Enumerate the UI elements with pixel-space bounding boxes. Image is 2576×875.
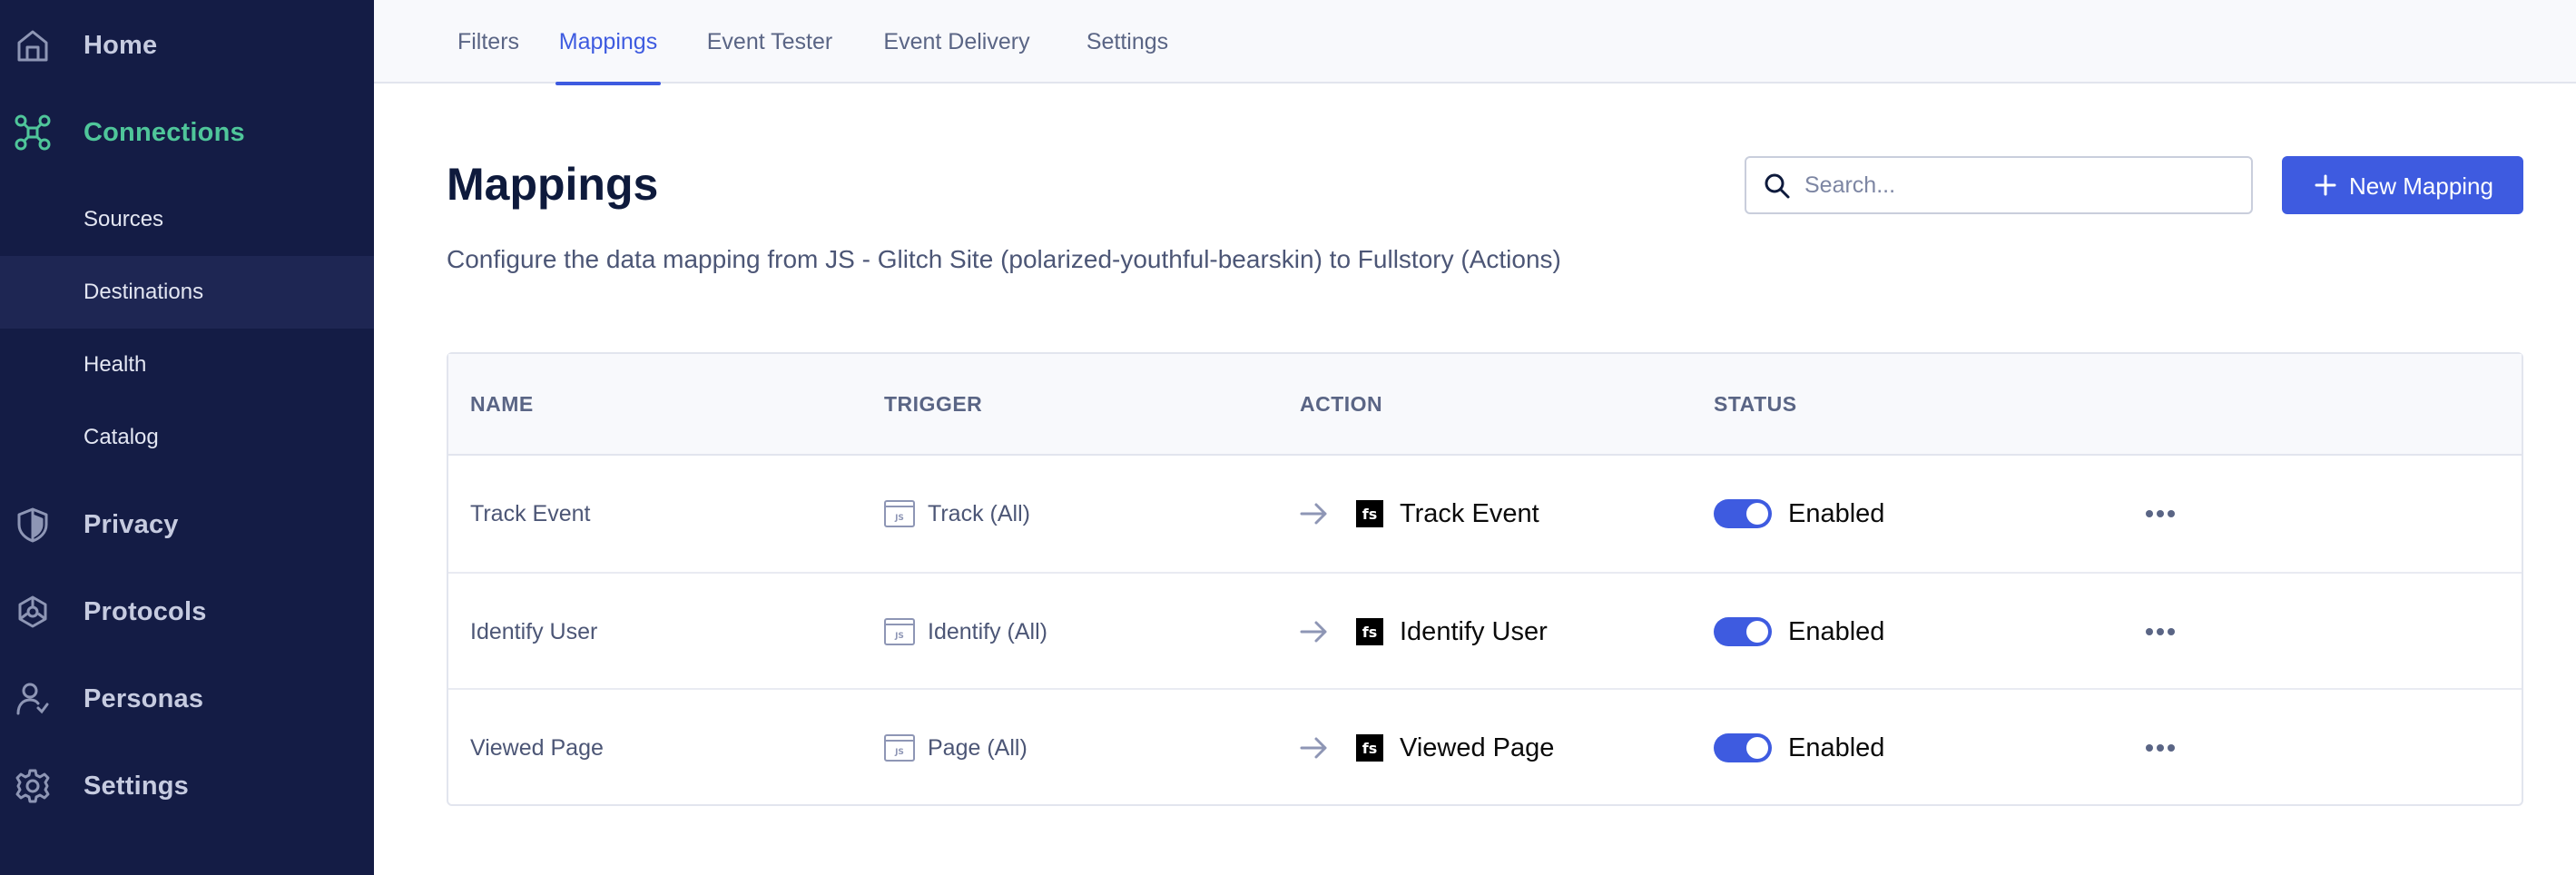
home-icon <box>15 27 51 64</box>
sidebar-item-label: Home <box>84 30 158 60</box>
status-label: Enabled <box>1788 616 1885 646</box>
sidebar-item-settings[interactable]: Settings <box>0 742 374 830</box>
svg-text:JS: JS <box>894 748 904 757</box>
sidebar-subitem-destinations[interactable]: Destinations <box>0 256 374 329</box>
personas-icon <box>15 681 51 717</box>
more-cell <box>2144 574 2177 690</box>
sidebar-subitem-health[interactable]: Health <box>0 329 374 401</box>
more-options-icon[interactable] <box>2144 626 2177 637</box>
gear-icon <box>15 768 51 804</box>
mapping-name: Identify User <box>470 618 598 644</box>
sidebar-item-label: Personas <box>84 683 204 713</box>
action-label: Viewed Page <box>1400 732 1555 762</box>
sidebar-item-privacy[interactable]: Privacy <box>0 481 374 568</box>
shield-icon <box>15 506 51 543</box>
table-row[interactable]: Track Event JS Track (All) fs Track Even… <box>448 456 2522 572</box>
mapping-name: Viewed Page <box>470 734 604 761</box>
tab-event-delivery[interactable]: Event Delivery <box>879 0 1035 84</box>
action-cell: fs Identify User <box>1300 574 1548 690</box>
status-cell: Enabled <box>1714 574 1884 690</box>
tab-event-tester[interactable]: Event Tester <box>703 0 837 84</box>
action-label: Identify User <box>1400 616 1548 646</box>
js-source-icon: JS <box>884 734 915 762</box>
column-header-name: NAME <box>470 392 534 416</box>
sidebar-item-label: Connections <box>84 117 245 147</box>
action-label: Track Event <box>1400 498 1539 528</box>
connections-icon <box>15 114 51 151</box>
trigger-label: Identify (All) <box>928 618 1047 644</box>
sidebar-item-label: Protocols <box>84 596 207 626</box>
more-options-icon[interactable] <box>2144 742 2177 753</box>
column-header-status: STATUS <box>1714 392 1797 416</box>
fullstory-logo-icon: fs <box>1356 734 1383 762</box>
tab-filters[interactable]: Filters <box>450 0 526 84</box>
sidebar-item-label: Settings <box>84 771 189 801</box>
toggle-knob <box>1746 503 1768 525</box>
enabled-toggle[interactable] <box>1714 733 1772 762</box>
svg-text:JS: JS <box>894 632 904 641</box>
page-title: Mappings <box>447 159 659 210</box>
arrow-right-icon <box>1300 503 1327 525</box>
sidebar-item-connections[interactable]: Connections <box>0 89 374 176</box>
js-source-icon: JS <box>884 618 915 645</box>
mappings-table: NAME TRIGGER ACTION STATUS Track Event J… <box>447 352 2523 806</box>
arrow-right-icon <box>1300 621 1327 643</box>
tab-bar: Filters Mappings Event Tester Event Deli… <box>374 0 2576 85</box>
action-cell: fs Track Event <box>1300 456 1539 572</box>
status-label: Enabled <box>1788 732 1885 762</box>
table-row[interactable]: Identify User JS Identify (All) fs Ident… <box>448 572 2522 688</box>
sidebar-subitem-catalog[interactable]: Catalog <box>0 401 374 474</box>
tab-settings[interactable]: Settings <box>1075 0 1180 84</box>
svg-text:JS: JS <box>894 514 904 523</box>
sidebar: Home Connections Sources Destinations He… <box>0 0 374 875</box>
sidebar-item-home[interactable]: Home <box>0 2 374 89</box>
status-cell: Enabled <box>1714 690 1884 806</box>
sidebar-subitem-label: Health <box>84 352 147 377</box>
trigger-cell: JS Track (All) <box>884 456 1030 572</box>
trigger-label: Page (All) <box>928 734 1027 761</box>
trigger-label: Track (All) <box>928 500 1030 526</box>
protocols-icon <box>15 594 51 630</box>
arrow-right-icon <box>1300 737 1327 759</box>
table-row[interactable]: Viewed Page JS Page (All) fs Viewed Page… <box>448 688 2522 804</box>
plus-icon <box>2315 174 2336 196</box>
sidebar-subitem-label: Sources <box>84 207 164 231</box>
enabled-toggle[interactable] <box>1714 617 1772 646</box>
column-header-trigger: TRIGGER <box>884 392 983 416</box>
new-mapping-button[interactable]: New Mapping <box>2282 156 2523 214</box>
toggle-knob <box>1746 621 1768 643</box>
fullstory-logo-icon: fs <box>1356 618 1383 645</box>
status-cell: Enabled <box>1714 456 1884 572</box>
search-box <box>1745 156 2253 214</box>
js-source-icon: JS <box>884 500 915 527</box>
trigger-cell: JS Page (All) <box>884 690 1027 806</box>
search-icon <box>1765 173 1790 199</box>
search-input[interactable] <box>1804 165 2240 205</box>
new-mapping-label: New Mapping <box>2349 172 2493 200</box>
sidebar-subitem-sources[interactable]: Sources <box>0 183 374 256</box>
fullstory-logo-icon: fs <box>1356 500 1383 527</box>
table-header: NAME TRIGGER ACTION STATUS <box>448 354 2522 456</box>
page-subtitle: Configure the data mapping from JS - Gli… <box>447 245 1561 273</box>
tab-mappings[interactable]: Mappings <box>556 0 661 85</box>
column-header-action: ACTION <box>1300 392 1383 416</box>
more-options-icon[interactable] <box>2144 508 2177 519</box>
more-cell <box>2144 690 2177 806</box>
sidebar-item-label: Privacy <box>84 509 179 539</box>
sidebar-item-personas[interactable]: Personas <box>0 655 374 742</box>
more-cell <box>2144 456 2177 572</box>
sidebar-subitem-label: Catalog <box>84 425 159 449</box>
enabled-toggle[interactable] <box>1714 499 1772 528</box>
sidebar-subitem-label: Destinations <box>84 280 204 304</box>
trigger-cell: JS Identify (All) <box>884 574 1047 690</box>
mapping-name: Track Event <box>470 500 591 526</box>
status-label: Enabled <box>1788 498 1885 528</box>
action-cell: fs Viewed Page <box>1300 690 1554 806</box>
toggle-knob <box>1746 737 1768 759</box>
sidebar-item-protocols[interactable]: Protocols <box>0 568 374 655</box>
